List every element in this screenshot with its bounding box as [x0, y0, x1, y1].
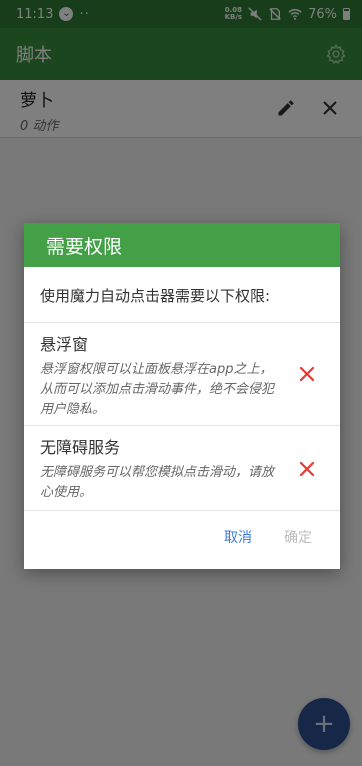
- permission-item-accessibility[interactable]: 无障碍服务 无障碍服务可以帮您模拟点击滑动，请放心使用。: [24, 426, 340, 511]
- dialog-title: 需要权限: [46, 235, 123, 258]
- permission-title: 无障碍服务: [40, 438, 121, 457]
- cross-icon: [299, 461, 315, 477]
- permission-dialog: 需要权限 使用魔力自动点击器需要以下权限: 悬浮窗 悬浮窗权限可以让面板悬浮在a…: [24, 223, 340, 569]
- cross-icon: [299, 366, 315, 382]
- permission-text: 无障碍服务可以帮您模拟点击滑动，请放心使用。: [40, 465, 275, 500]
- permission-title: 悬浮窗: [40, 335, 89, 354]
- dialog-description: 使用魔力自动点击器需要以下权限:: [24, 267, 340, 323]
- dialog-buttons: 取消 确定: [24, 511, 340, 569]
- cancel-button[interactable]: 取消: [224, 527, 252, 547]
- permission-text: 悬浮窗权限可以让面板悬浮在app之上，从而可以添加点击滑动事件，绝不会侵犯用户隐…: [40, 362, 275, 417]
- ok-button[interactable]: 确定: [284, 527, 312, 547]
- dialog-header: 需要权限: [24, 223, 340, 267]
- permission-item-overlay[interactable]: 悬浮窗 悬浮窗权限可以让面板悬浮在app之上，从而可以添加点击滑动事件，绝不会侵…: [24, 323, 340, 426]
